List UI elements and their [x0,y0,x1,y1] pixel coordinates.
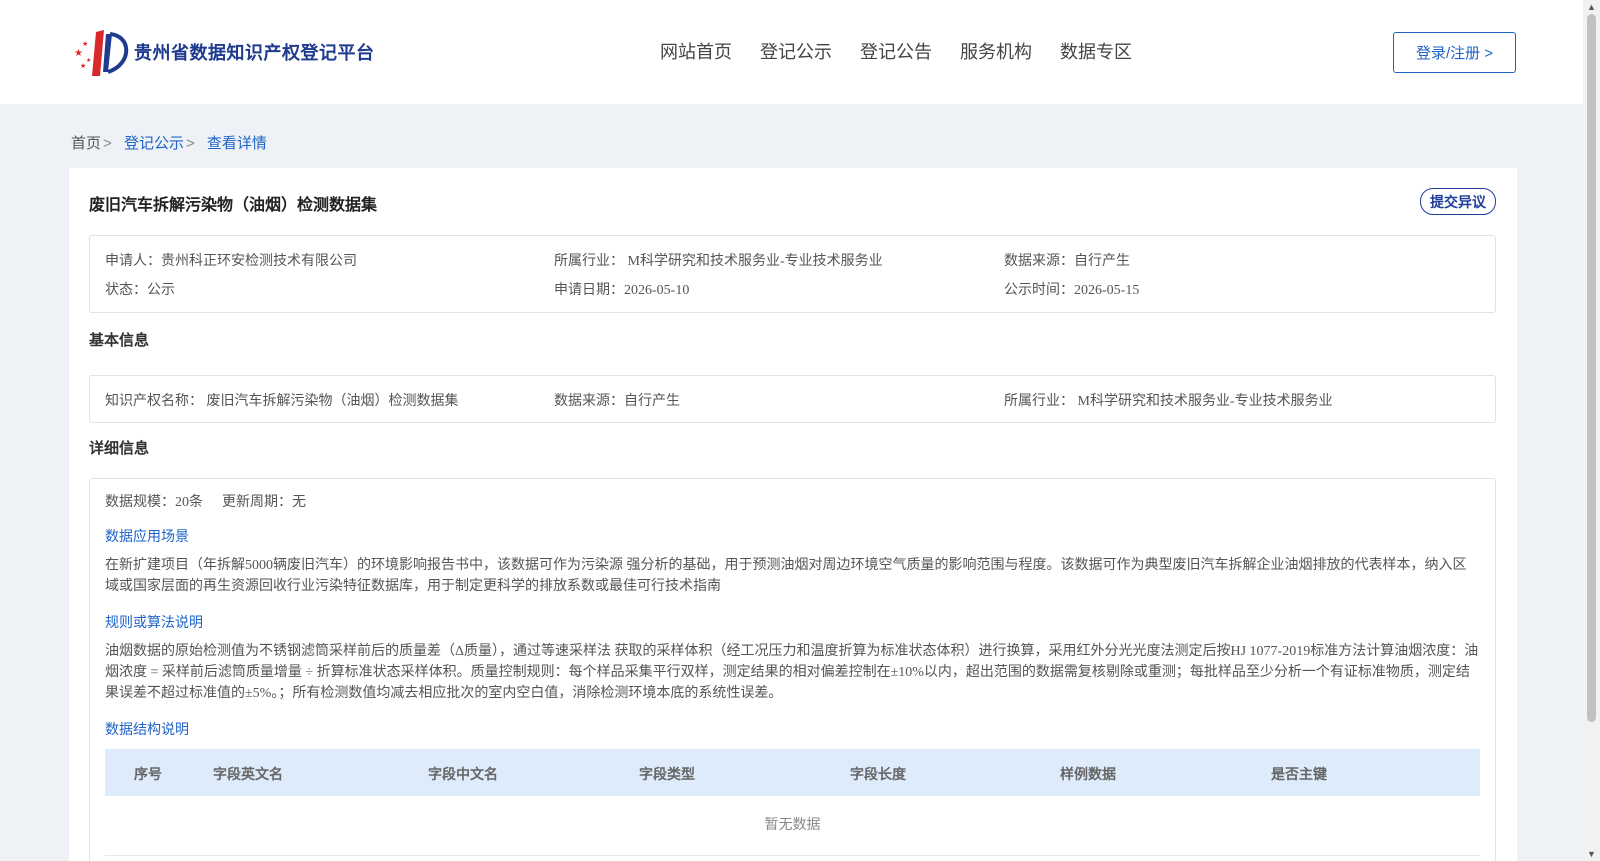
basic-data-source: 数据来源：自行产生 [554,394,680,409]
detail-card: 废旧汽车拆解污染物（油烟）检测数据集 提交异议 申请人：贵州科正环安检测技术有限… [69,168,1517,861]
basic-info-heading: 基本信息 [89,332,150,349]
nav-registration-notice[interactable]: 登记公告 [860,38,932,64]
main-nav: 网站首页 登记公示 登记公告 服务机构 数据专区 [660,38,1160,64]
svg-text:★: ★ [86,57,91,64]
svg-text:★: ★ [82,40,88,48]
publish-date: 公示时间：2026-05-15 [1004,283,1140,298]
nav-data-zone[interactable]: 数据专区 [1060,38,1132,64]
breadcrumb: 首页 > 登记公示 > 查看详情 [71,132,267,153]
industry: 所属行业： M科学研究和技术服务业-专业技术服务业 [554,254,883,269]
apply-date: 申请日期：2026-05-10 [554,283,690,298]
breadcrumb-separator: > [103,135,112,152]
col-field-en: 字段英文名 [213,766,283,782]
col-sample-data: 样例数据 [1060,766,1116,782]
detail-info-heading: 详细信息 [89,440,150,457]
algorithm-text: 油烟数据的原始检测值为不锈钢滤筒采样前后的质量差（Δ质量），通过等速采样法 获取… [105,644,1479,701]
structure-table-header: 序号 字段英文名 字段中文名 字段类型 字段长度 样例数据 是否主键 [105,749,1480,796]
data-source: 数据来源：自行产生 [1004,254,1130,269]
structure-title: 数据结构说明 [105,723,189,738]
algorithm-title: 规则或算法说明 [105,616,203,631]
logo-emblem-icon: ★ ★ ★ ★ [70,26,130,78]
summary-box: 申请人：贵州科正环安检测技术有限公司 所属行业： M科学研究和技术服务业-专业技… [89,235,1496,313]
col-field-length: 字段长度 [850,766,906,782]
col-index: 序号 [134,766,162,782]
scenario-title: 数据应用场景 [105,530,189,545]
breadcrumb-home[interactable]: 首页 [71,135,101,152]
applicant: 申请人：贵州科正环安检测技术有限公司 [105,254,357,269]
page: ★ ★ ★ ★ 贵州省数据知识产权登记平台 网站首页 登记公示 登记公告 服务机… [0,0,1600,861]
data-scale: 数据规模：20条 [105,495,203,510]
record-title: 废旧汽车拆解污染物（油烟）检测数据集 [89,197,378,214]
top-header: ★ ★ ★ ★ 贵州省数据知识产权登记平台 网站首页 登记公示 登记公告 服务机… [0,0,1583,104]
scroll-down-arrow-icon[interactable]: ▼ [1583,847,1600,861]
scroll-up-arrow-icon[interactable]: ▲ [1583,0,1600,14]
col-primary-key: 是否主键 [1271,766,1327,782]
submit-objection-button[interactable]: 提交异议 [1420,188,1496,215]
col-field-cn: 字段中文名 [428,766,498,782]
svg-text:★: ★ [74,48,83,59]
vertical-scrollbar[interactable]: ▲ ▼ [1583,0,1600,861]
login-register-button[interactable]: 登录/注册 > [1393,32,1516,73]
scenario-text: 在新扩建项目（年拆解5000辆废旧汽车）的环境影响报告书中，该数据可作为污染源 … [105,558,1467,594]
breadcrumb-separator: > [185,135,195,152]
breadcrumb-detail[interactable]: 查看详情 [207,135,267,152]
table-empty-state: 暂无数据 [105,796,1480,856]
ip-name: 知识产权名称： 废旧汽车拆解污染物（油烟）检测数据集 [105,394,459,409]
update-cycle: 更新周期：无 [222,495,306,510]
nav-service-agencies[interactable]: 服务机构 [960,38,1032,64]
status: 状态：公示 [105,283,175,298]
nav-registration-publicity[interactable]: 登记公示 [760,38,832,64]
site-title: 贵州省数据知识产权登记平台 [134,43,375,63]
breadcrumb-publicity[interactable]: 登记公示 [124,135,184,152]
nav-home[interactable]: 网站首页 [660,38,732,64]
detail-info-box: 数据规模：20条 更新周期：无 数据应用场景 在新扩建项目（年拆解5000辆废旧… [89,478,1496,861]
scroll-thumb[interactable] [1587,14,1596,722]
basic-industry: 所属行业： M科学研究和技术服务业-专业技术服务业 [1004,394,1333,409]
site-logo[interactable]: ★ ★ ★ ★ 贵州省数据知识产权登记平台 [70,26,375,78]
basic-info-box: 知识产权名称： 废旧汽车拆解污染物（油烟）检测数据集 数据来源：自行产生 所属行… [89,375,1496,423]
col-field-type: 字段类型 [639,766,695,782]
